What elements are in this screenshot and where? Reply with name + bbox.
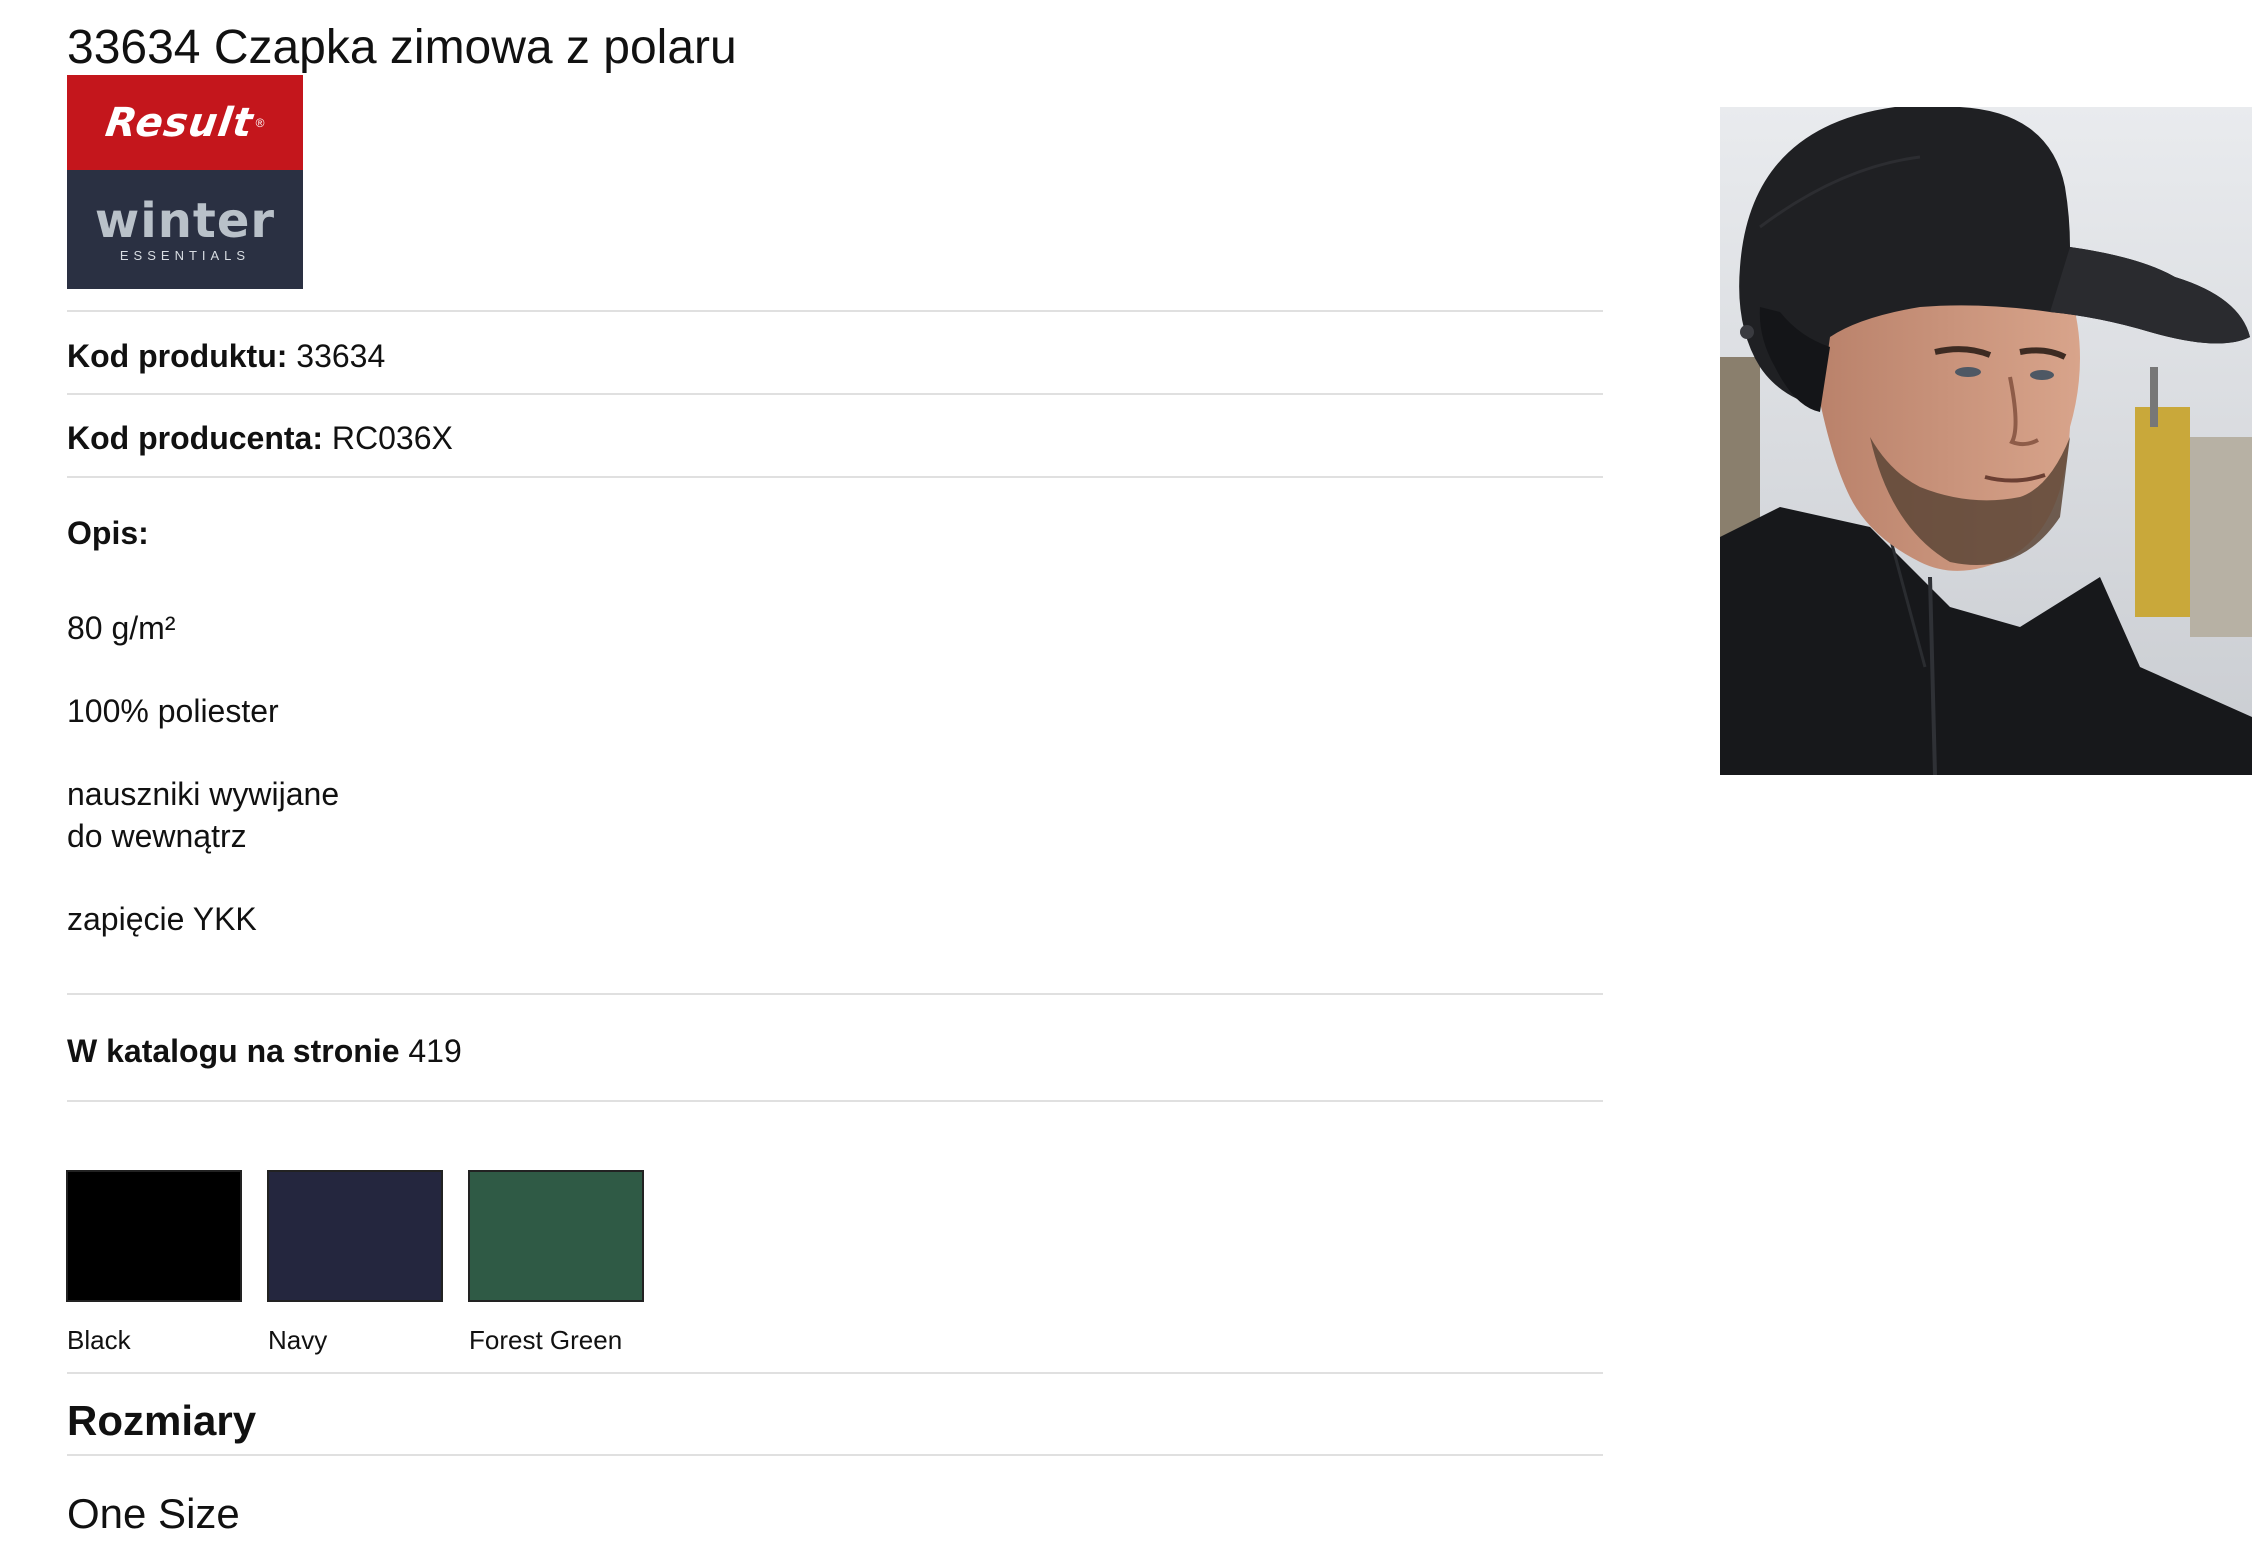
sizes-heading: Rozmiary xyxy=(67,1397,257,1444)
color-swatch-forest-green[interactable] xyxy=(468,1170,644,1302)
description-line: nauszniki wywijane xyxy=(67,776,340,812)
divider xyxy=(67,1100,1603,1102)
color-swatch-navy[interactable] xyxy=(267,1170,443,1302)
brand-logo-bottom: winter ESSENTIALS xyxy=(67,170,303,289)
color-label-forest-green: Forest Green xyxy=(469,1325,623,1355)
description-line: 80 g/m² xyxy=(67,610,176,646)
catalog-page-label: W katalogu na stronie xyxy=(67,1033,400,1069)
divider xyxy=(67,310,1603,312)
color-label-black: Black xyxy=(67,1325,131,1355)
manufacturer-code-label: Kod producenta: xyxy=(67,420,323,456)
product-code-label: Kod produktu: xyxy=(67,338,288,374)
brand-subline: ESSENTIALS xyxy=(119,248,251,263)
description-line: do wewnątrz xyxy=(67,818,247,854)
registered-mark: ® xyxy=(255,115,265,130)
size-value: One Size xyxy=(67,1490,240,1537)
divider xyxy=(67,1454,1603,1456)
brand-name: Result xyxy=(102,99,256,146)
color-label-navy: Navy xyxy=(268,1325,328,1355)
brand-logo-top: Result ® xyxy=(67,75,303,170)
product-photo xyxy=(1720,107,2252,775)
divider xyxy=(67,993,1603,995)
color-swatch-black[interactable] xyxy=(66,1170,242,1302)
description-label: Opis: xyxy=(67,515,149,551)
product-code-row: Kod produktu: 33634 xyxy=(67,336,385,376)
description-line: 100% poliester xyxy=(67,693,279,729)
divider xyxy=(67,476,1603,478)
brand-line: winter xyxy=(94,193,276,249)
manufacturer-code-row: Kod producenta: RC036X xyxy=(67,418,453,458)
manufacturer-code-value: RC036X xyxy=(331,420,453,456)
product-code-value: 33634 xyxy=(296,338,386,374)
brand-logo: Result ® winter ESSENTIALS xyxy=(67,75,303,289)
description-line: zapięcie YKK xyxy=(67,901,257,937)
description-heading: Opis: xyxy=(67,513,149,553)
catalog-page-value: 419 xyxy=(408,1033,462,1069)
divider xyxy=(67,393,1603,395)
product-title: 33634 Czapka zimowa z polaru xyxy=(67,21,737,74)
divider xyxy=(67,1372,1603,1374)
catalog-page-row: W katalogu na stronie 419 xyxy=(67,1031,462,1071)
